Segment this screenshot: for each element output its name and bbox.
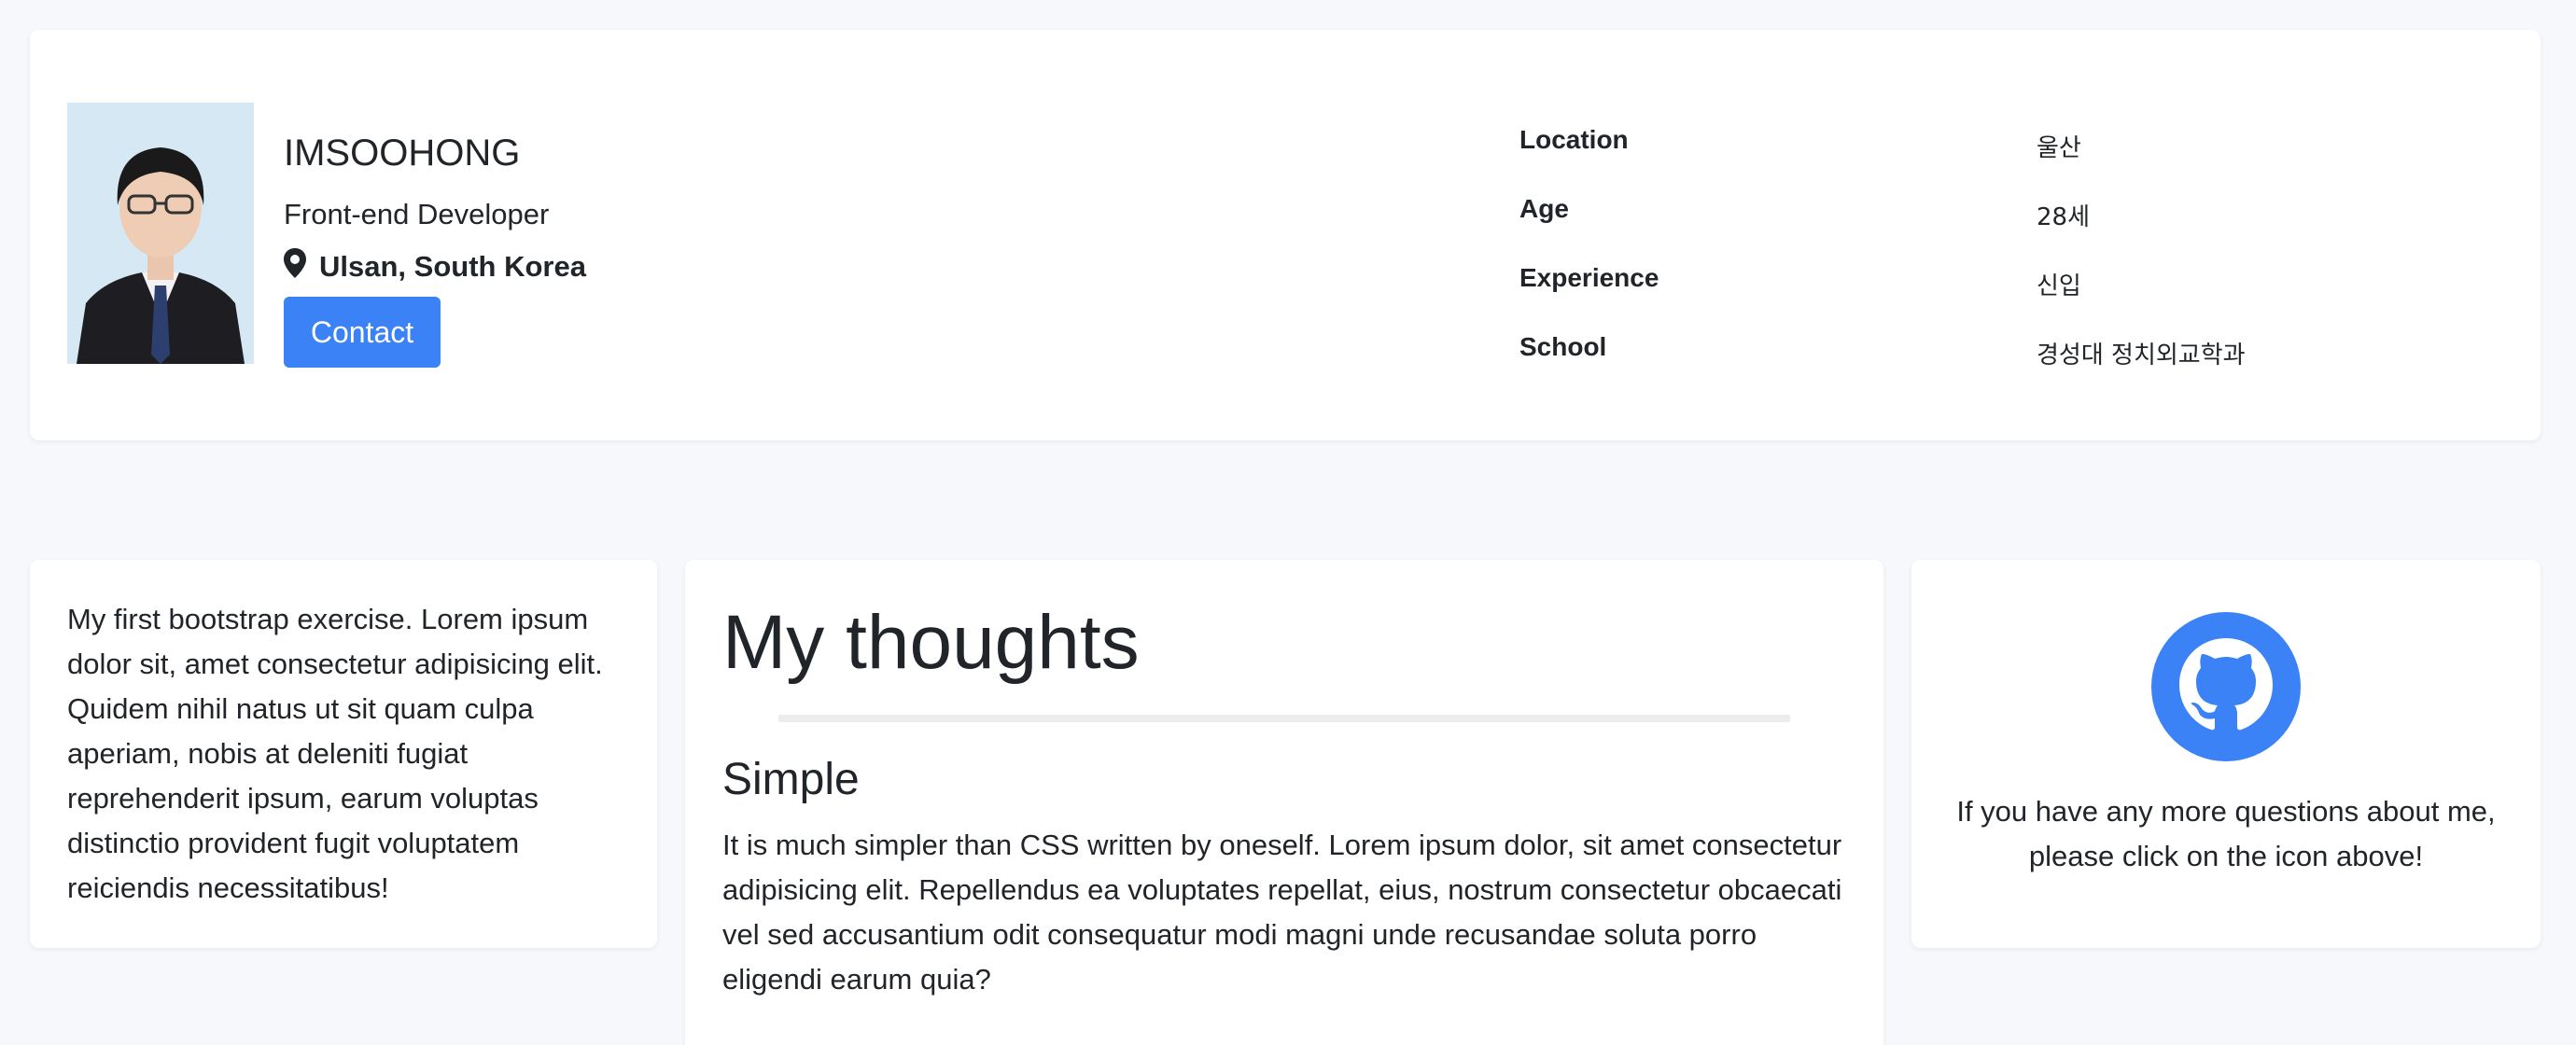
github-text: If you have any more questions about me,… — [1956, 795, 2496, 872]
github-icon[interactable] — [2151, 612, 2301, 761]
thoughts-card: My thoughts Simple It is much simpler th… — [685, 560, 1883, 1045]
info-value-experience: 신입 — [2037, 272, 2081, 300]
info-value-school: 경성대 정치외교학과 — [2037, 341, 2246, 369]
map-pin-icon — [284, 248, 319, 286]
info-value-location: 울산 — [2037, 134, 2081, 162]
avatar — [67, 103, 254, 364]
info-value-age: 28세 — [2037, 203, 2091, 231]
section-title: Simple — [722, 755, 860, 804]
info-label-age: Age — [1519, 194, 1569, 223]
divider — [778, 715, 1790, 722]
github-card: If you have any more questions about me,… — [1911, 560, 2541, 948]
profile-name: IMSOOHONG — [284, 132, 521, 174]
contact-button[interactable]: Contact — [284, 297, 441, 368]
intro-text: My first bootstrap exercise. Lorem ipsum… — [67, 603, 603, 904]
info-label-experience: Experience — [1519, 263, 1659, 292]
info-label-location: Location — [1519, 125, 1629, 154]
profile-location: Ulsan, South Korea — [284, 248, 586, 286]
profile-location-text: Ulsan, South Korea — [319, 250, 586, 283]
profile-role: Front-end Developer — [284, 198, 550, 230]
section-text: It is much simpler than CSS written by o… — [722, 829, 1842, 996]
thoughts-title: My thoughts — [722, 600, 1140, 685]
info-label-school: School — [1519, 332, 1607, 361]
intro-card: My first bootstrap exercise. Lorem ipsum… — [30, 560, 657, 948]
profile-card: IMSOOHONG Front-end Developer Ulsan, Sou… — [30, 30, 2541, 440]
